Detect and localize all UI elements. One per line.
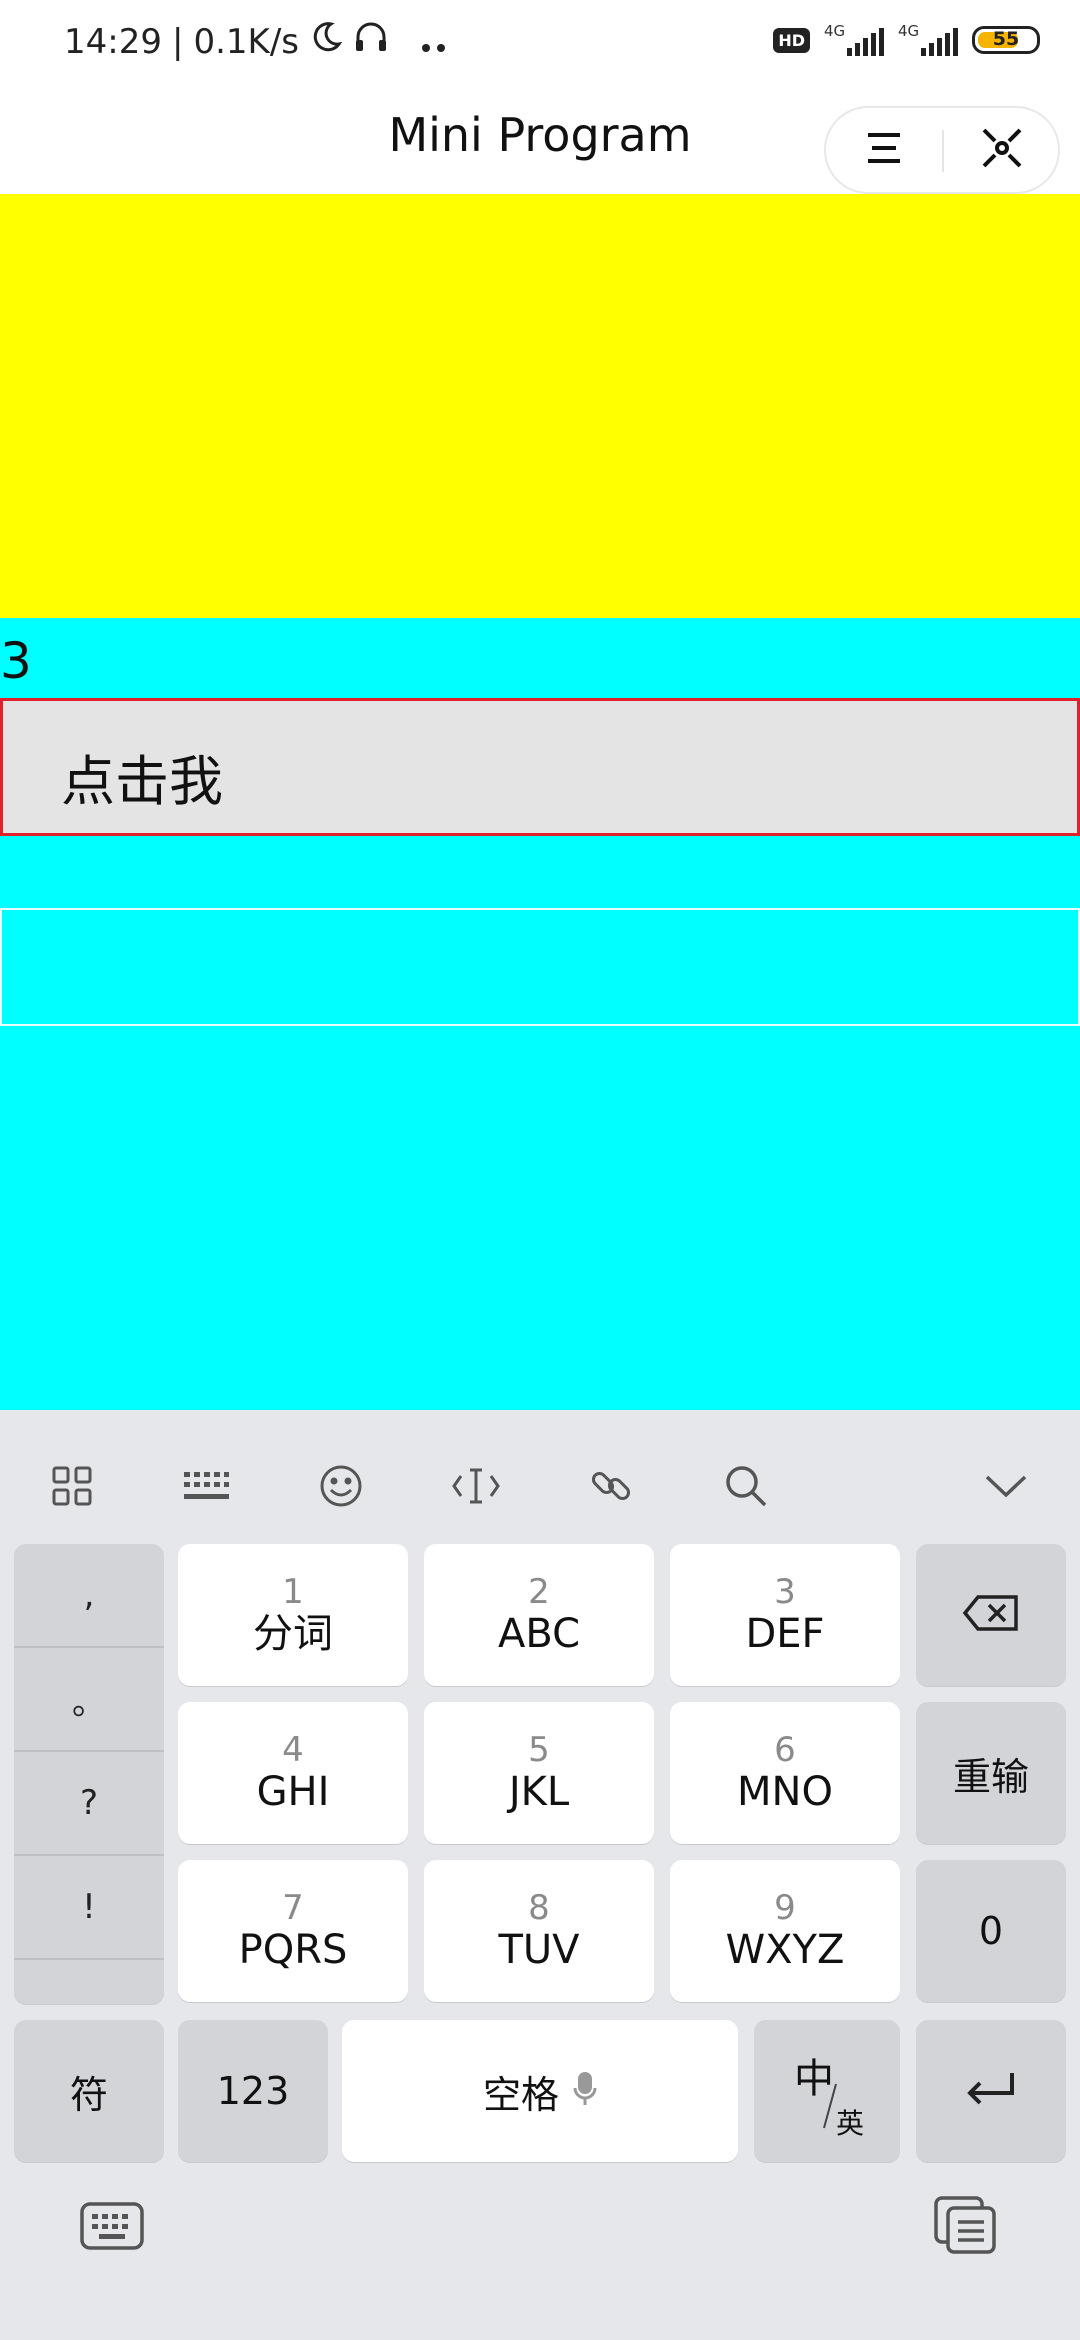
lang-switch-key[interactable]: 中 英 xyxy=(754,2020,900,2162)
key-number: 6 xyxy=(774,1730,796,1770)
numbers-key[interactable]: 123 xyxy=(178,2020,328,2162)
symbols-label: 符 xyxy=(69,2072,108,2117)
headset-icon xyxy=(353,20,389,63)
key-number: 8 xyxy=(528,1888,550,1928)
battery-icon: 55 xyxy=(972,26,1040,54)
battery-level: 55 xyxy=(992,28,1020,50)
key-1[interactable]: 1 分词 xyxy=(178,1544,408,1686)
key-number: 7 xyxy=(282,1888,304,1928)
key-number: 1 xyxy=(282,1572,304,1612)
key-number: 5 xyxy=(528,1730,550,1770)
signal-icon: 4G xyxy=(824,22,884,58)
backspace-icon xyxy=(962,1593,1020,1637)
grid-icon[interactable] xyxy=(36,1450,108,1522)
keyboard-icon[interactable] xyxy=(170,1450,242,1522)
backspace-key[interactable] xyxy=(916,1544,1066,1686)
reenter-key[interactable]: 重输 xyxy=(916,1702,1066,1844)
key-letters: WXYZ xyxy=(725,1927,845,1973)
punct-question-key[interactable]: ? xyxy=(14,1752,164,1856)
link-icon[interactable] xyxy=(575,1450,647,1522)
punct-exclaim-key[interactable]: ! xyxy=(14,1856,164,1960)
nav-bar: Mini Program xyxy=(0,90,1080,194)
mic-icon xyxy=(573,2070,597,2112)
key-number: 3 xyxy=(774,1572,796,1612)
click-me-button[interactable]: 点击我 xyxy=(0,698,1080,836)
key-4[interactable]: 4 GHI xyxy=(178,1702,408,1844)
search-icon[interactable] xyxy=(710,1450,782,1522)
key-letters: TUV xyxy=(498,1927,580,1973)
key-9[interactable]: 9 WXYZ xyxy=(670,1860,900,2002)
key-letters: GHI xyxy=(256,1769,330,1815)
key-letters: JKL xyxy=(508,1769,570,1815)
menu-icon xyxy=(864,130,904,170)
text-input[interactable] xyxy=(0,908,1080,1026)
status-time: 14:29 xyxy=(64,21,162,62)
signal-icon: 4G xyxy=(898,22,958,58)
key-number: 4 xyxy=(282,1730,304,1770)
yellow-block xyxy=(0,194,1080,618)
close-icon xyxy=(980,126,1024,174)
dots-icon xyxy=(421,22,447,62)
lang-sub-label: 英 xyxy=(836,2107,865,2140)
key-number: 9 xyxy=(774,1888,796,1928)
sim1-net-label: 4G xyxy=(824,22,846,40)
punct-more-key[interactable] xyxy=(14,1960,164,2004)
key-letters: DEF xyxy=(745,1611,825,1657)
key-8[interactable]: 8 TUV xyxy=(424,1860,654,2002)
keyboard-switch-icon[interactable] xyxy=(76,2190,148,2262)
capsule-menu xyxy=(824,106,1060,194)
space-key[interactable]: 空格 xyxy=(342,2020,738,2162)
key-0[interactable]: 0 xyxy=(916,1860,1066,2002)
punct-comma-key[interactable]: , xyxy=(14,1544,164,1648)
status-bar: 14:29 | 0.1K/s HD 4G 4G 55 xyxy=(0,0,1080,90)
clipboard-icon[interactable] xyxy=(930,2190,1002,2262)
key-2[interactable]: 2 ABC xyxy=(424,1544,654,1686)
reenter-label: 重输 xyxy=(952,1754,1029,1799)
keyboard: , 。 ? ! 1 分词 2 ABC 3 DEF 4 GHI 5 JKL 6 M… xyxy=(0,1410,1080,2340)
key-7[interactable]: 7 PQRS xyxy=(178,1860,408,2002)
punctuation-list: , 。 ? ! xyxy=(14,1544,164,2004)
status-left: 14:29 | 0.1K/s xyxy=(64,20,447,63)
enter-icon xyxy=(964,2069,1018,2113)
enter-key[interactable] xyxy=(916,2020,1066,2162)
click-me-label: 点击我 xyxy=(61,750,223,813)
counter-text: 3 xyxy=(0,632,32,690)
emoji-icon[interactable] xyxy=(305,1450,377,1522)
space-label: 空格 xyxy=(482,2072,559,2117)
key-letters: 分词 xyxy=(253,1611,333,1657)
symbols-key[interactable]: 符 xyxy=(14,2020,164,2162)
status-right: HD 4G 4G 55 xyxy=(773,22,1040,58)
collapse-icon[interactable] xyxy=(970,1450,1042,1522)
punct-period-key[interactable]: 。 xyxy=(14,1648,164,1752)
key-number: 2 xyxy=(528,1572,550,1612)
close-button[interactable] xyxy=(944,108,1060,192)
net-speed: 0.1K/s xyxy=(193,21,299,62)
moon-icon xyxy=(309,20,343,63)
key-6[interactable]: 6 MNO xyxy=(670,1702,900,1844)
key-letters: ABC xyxy=(497,1611,581,1657)
key-letters: MNO xyxy=(737,1769,833,1815)
sim2-net-label: 4G xyxy=(898,22,920,40)
zero-label: 0 xyxy=(978,1909,1004,1953)
menu-button[interactable] xyxy=(826,108,942,192)
cursor-icon[interactable] xyxy=(440,1450,512,1522)
key-5[interactable]: 5 JKL xyxy=(424,1702,654,1844)
numbers-label: 123 xyxy=(216,2069,290,2113)
status-separator: | xyxy=(171,21,184,62)
hd-icon: HD xyxy=(773,27,810,53)
key-letters: PQRS xyxy=(238,1927,348,1973)
key-3[interactable]: 3 DEF xyxy=(670,1544,900,1686)
